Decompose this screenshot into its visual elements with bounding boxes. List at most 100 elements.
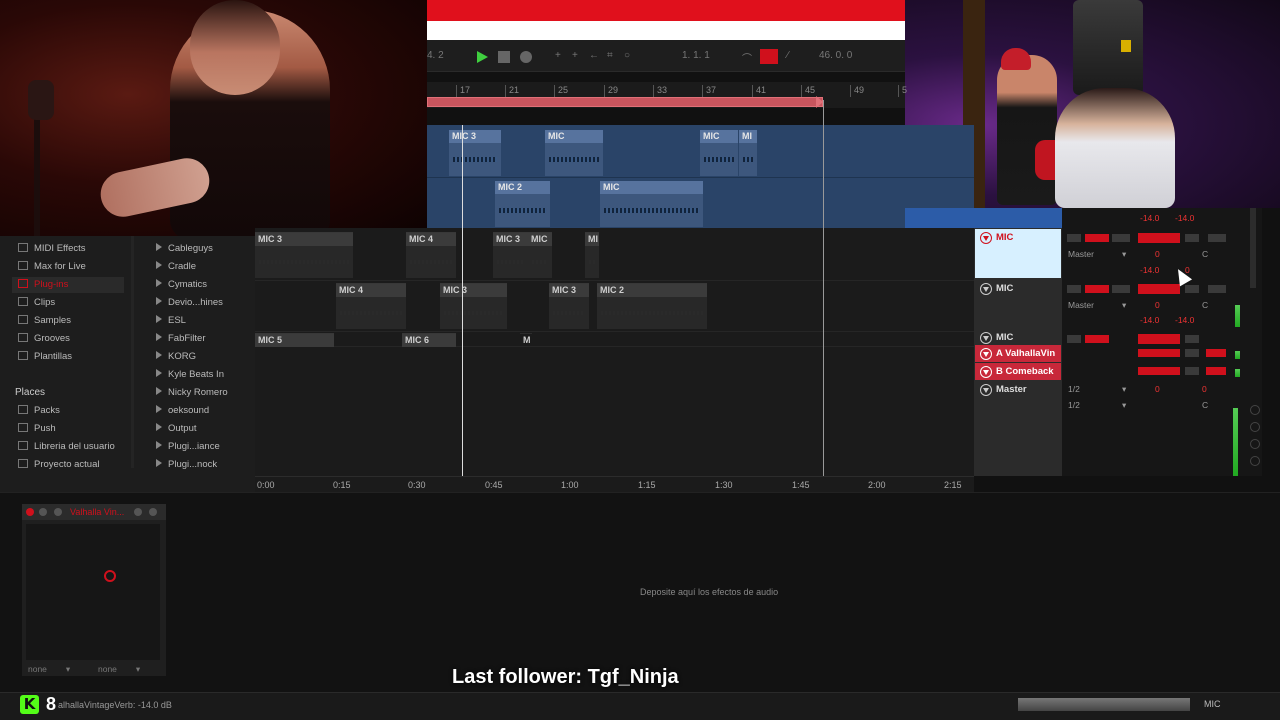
- audio-clip[interactable]: MIC 4: [336, 283, 406, 329]
- y-param-select[interactable]: none ▾: [98, 664, 140, 675]
- audio-clip[interactable]: MIC 3: [440, 283, 507, 329]
- browser-category-selected[interactable]: Plug-ins: [18, 279, 68, 290]
- arm-button[interactable]: [1208, 234, 1226, 242]
- output-routing[interactable]: Master: [1068, 249, 1094, 259]
- loop-icon[interactable]: ⌗: [607, 50, 613, 61]
- browser-category[interactable]: Max for Live: [18, 261, 86, 272]
- plugin-folder[interactable]: oeksound: [156, 405, 209, 416]
- return-b-solo[interactable]: [1185, 367, 1199, 375]
- output-routing[interactable]: Master: [1068, 300, 1094, 310]
- audio-clip[interactable]: MIC: [600, 181, 703, 227]
- return-a-solo[interactable]: [1185, 349, 1199, 357]
- master-pan-value[interactable]: 0: [1202, 384, 1207, 394]
- volume-value[interactable]: 0: [1155, 300, 1160, 310]
- chevron-down-icon[interactable]: ▾: [1122, 249, 1126, 260]
- audio-clip[interactable]: MIC 3: [493, 232, 528, 278]
- device-save-icon[interactable]: [54, 508, 62, 516]
- overdub-icon[interactable]: +: [572, 50, 578, 61]
- audio-clip[interactable]: MIC 2: [495, 181, 550, 227]
- arm-button[interactable]: [1208, 285, 1226, 293]
- browser-category[interactable]: Grooves: [18, 333, 70, 344]
- plugin-folder[interactable]: Kyle Beats In: [156, 369, 224, 380]
- browser-category[interactable]: MIDI Effects: [18, 243, 86, 254]
- audio-clip[interactable]: MIC 3: [549, 283, 589, 329]
- time-ruler[interactable]: 0:00 0:15 0:30 0:45 1:00 1:15 1:30 1:45 …: [255, 476, 974, 492]
- browser-place[interactable]: Libreria del usuario: [18, 441, 115, 452]
- add-icon[interactable]: +: [555, 50, 561, 61]
- send-value[interactable]: -14.0: [1140, 265, 1159, 275]
- browser-place[interactable]: Push: [18, 423, 56, 434]
- return-b-mute[interactable]: [1206, 367, 1226, 375]
- audio-clip[interactable]: MIC 6: [402, 333, 456, 347]
- arrangement-position[interactable]: 1. 1. 1: [682, 50, 710, 61]
- song-position-left[interactable]: 4. 2: [427, 50, 444, 61]
- audio-clip[interactable]: MI: [585, 232, 599, 278]
- browser-category[interactable]: Plantillas: [18, 351, 72, 362]
- device-power-icon[interactable]: [26, 508, 34, 516]
- send-value[interactable]: -14.0: [1175, 315, 1194, 325]
- view-toggle-icon[interactable]: [1250, 422, 1260, 432]
- return-b-volume[interactable]: [1138, 367, 1180, 375]
- view-toggle-icon[interactable]: [1250, 439, 1260, 449]
- monitor-in-button[interactable]: [1067, 234, 1081, 242]
- play-button[interactable]: [477, 51, 488, 63]
- volume-value[interactable]: 0: [1155, 249, 1160, 259]
- browser-category[interactable]: Clips: [18, 297, 55, 308]
- track-volume[interactable]: [1138, 284, 1180, 294]
- track-volume[interactable]: [1138, 233, 1180, 243]
- audio-clip[interactable]: MIC 4: [406, 232, 456, 278]
- solo-button[interactable]: [1185, 335, 1199, 343]
- loop-length[interactable]: 46. 0. 0: [819, 50, 852, 61]
- selected-track-header[interactable]: [905, 208, 1062, 228]
- master-volume-value[interactable]: 0: [1155, 384, 1160, 394]
- plugin-folder[interactable]: Plugi...nock: [156, 459, 217, 470]
- track-header-mic-3[interactable]: MIC: [975, 331, 1061, 345]
- pan-value[interactable]: C: [1202, 249, 1208, 259]
- view-toggle-icon[interactable]: [1250, 456, 1260, 466]
- plugin-folder[interactable]: Devio...hines: [156, 297, 223, 308]
- view-toggle-icon[interactable]: [1250, 405, 1260, 415]
- monitor-in-button[interactable]: [1067, 285, 1081, 293]
- track-header-mic-1[interactable]: MIC: [975, 229, 1061, 278]
- chevron-down-icon[interactable]: ▾: [1122, 384, 1126, 395]
- curve-icon[interactable]: ∕: [787, 50, 789, 61]
- browser-category[interactable]: Samples: [18, 315, 71, 326]
- monitor-off-button[interactable]: [1112, 285, 1130, 293]
- track-volume[interactable]: [1138, 334, 1180, 344]
- browser-place[interactable]: Proyecto actual: [18, 459, 99, 470]
- audio-clip[interactable]: MIC 3: [449, 130, 501, 176]
- plugin-folder[interactable]: Plugi...iance: [156, 441, 220, 452]
- audio-clip[interactable]: MIC: [528, 232, 552, 278]
- automation-arm-button[interactable]: [760, 49, 778, 64]
- loop-end-marker[interactable]: [816, 96, 823, 108]
- monitor-off-button[interactable]: [1112, 234, 1130, 242]
- loop-brace[interactable]: [427, 97, 823, 107]
- arrangement-view[interactable]: [255, 228, 974, 476]
- solo-button[interactable]: [1185, 234, 1199, 242]
- audio-clip[interactable]: MIC: [700, 130, 738, 176]
- chevron-down-icon[interactable]: ▾: [1122, 400, 1126, 411]
- monitor-auto-button[interactable]: [1085, 234, 1109, 242]
- browser-place[interactable]: Packs: [18, 405, 60, 416]
- audio-clip[interactable]: MIC 2: [597, 283, 707, 329]
- metronome-icon[interactable]: ○: [624, 50, 630, 61]
- plugin-folder[interactable]: Cymatics: [156, 279, 207, 290]
- plugin-folder[interactable]: Nicky Romero: [156, 387, 228, 398]
- draw-mode-icon[interactable]: ⌒: [742, 50, 752, 65]
- return-track-a[interactable]: A ValhallaVin: [975, 345, 1061, 362]
- plugin-folder[interactable]: ESL: [156, 315, 186, 326]
- record-button[interactable]: [520, 51, 532, 63]
- send-value[interactable]: -14.0: [1140, 315, 1159, 325]
- stop-button[interactable]: [498, 51, 510, 63]
- solo-button[interactable]: [1185, 285, 1199, 293]
- device-fold-icon[interactable]: [134, 508, 142, 516]
- plugin-folder[interactable]: FabFilter: [156, 333, 205, 344]
- back-icon[interactable]: ←: [589, 50, 599, 61]
- pan-value[interactable]: C: [1202, 300, 1208, 310]
- playhead[interactable]: [462, 125, 463, 477]
- master-io[interactable]: 1/2: [1068, 384, 1080, 394]
- audio-clip[interactable]: MIC: [545, 130, 603, 176]
- monitor-in-button[interactable]: [1067, 335, 1081, 343]
- master-track[interactable]: Master: [975, 381, 1061, 398]
- plugin-folder[interactable]: Cableguys: [156, 243, 213, 254]
